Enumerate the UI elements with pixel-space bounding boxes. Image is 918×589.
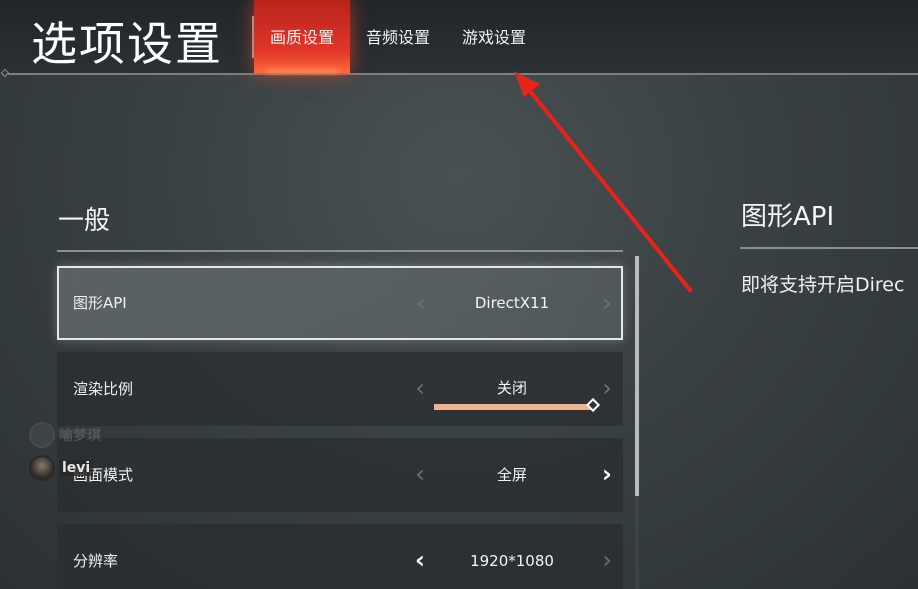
setting-row-resolution[interactable]: 分辨率 ‹ 1920*1080 ›: [57, 524, 623, 589]
setting-label: 渲染比例: [73, 380, 134, 398]
info-description: 即将支持开启Direc: [741, 274, 905, 296]
tab-audio-settings[interactable]: 音频设置: [354, 0, 442, 73]
tab-graphics-settings[interactable]: 画质设置: [254, 0, 350, 73]
section-title: 一般: [58, 206, 111, 236]
chevron-right-icon[interactable]: ›: [597, 438, 617, 512]
chevron-left-icon[interactable]: ‹: [411, 268, 431, 342]
setting-value: DirectX11: [474, 294, 550, 312]
avatar: [29, 455, 55, 481]
chevron-left-icon[interactable]: ‹: [410, 352, 430, 426]
setting-row-graphics-api[interactable]: 图形API ‹ DirectX11 ›: [57, 266, 623, 340]
voice-user: levi: [29, 454, 94, 482]
setting-value: 1920*1080: [470, 552, 554, 570]
info-divider: [740, 247, 918, 249]
chevron-right-icon[interactable]: ›: [597, 268, 617, 342]
avatar: [29, 422, 55, 448]
page-title: 选项设置: [31, 17, 223, 71]
info-title: 图形API: [741, 202, 835, 232]
tab-label: 游戏设置: [461, 28, 526, 47]
tab-label: 音频设置: [365, 28, 430, 47]
scrollbar-thumb[interactable]: [635, 256, 639, 496]
tab-game-settings[interactable]: 游戏设置: [450, 0, 538, 73]
section-divider: [57, 250, 623, 252]
setting-row-render-scale[interactable]: 渲染比例 ‹ 关闭 ›: [57, 352, 623, 426]
user-name: levi: [59, 460, 94, 476]
chevron-left-icon[interactable]: ‹: [410, 524, 430, 589]
setting-row-display-mode[interactable]: 画面模式 ‹ 全屏 ›: [57, 438, 623, 512]
setting-value: 关闭: [496, 379, 527, 397]
chevron-right-icon[interactable]: ›: [597, 524, 617, 589]
setting-label: 图形API: [73, 294, 127, 312]
slider-fill: [434, 404, 594, 410]
chevron-right-icon[interactable]: ›: [597, 352, 617, 426]
tab-label: 画质设置: [269, 28, 334, 47]
setting-value: 全屏: [496, 466, 527, 484]
voice-user: 喻梦琪: [29, 421, 101, 449]
chevron-left-icon[interactable]: ‹: [410, 438, 430, 512]
user-name: 喻梦琪: [59, 428, 101, 444]
setting-label: 分辨率: [73, 552, 119, 570]
render-scale-slider[interactable]: [434, 404, 594, 410]
